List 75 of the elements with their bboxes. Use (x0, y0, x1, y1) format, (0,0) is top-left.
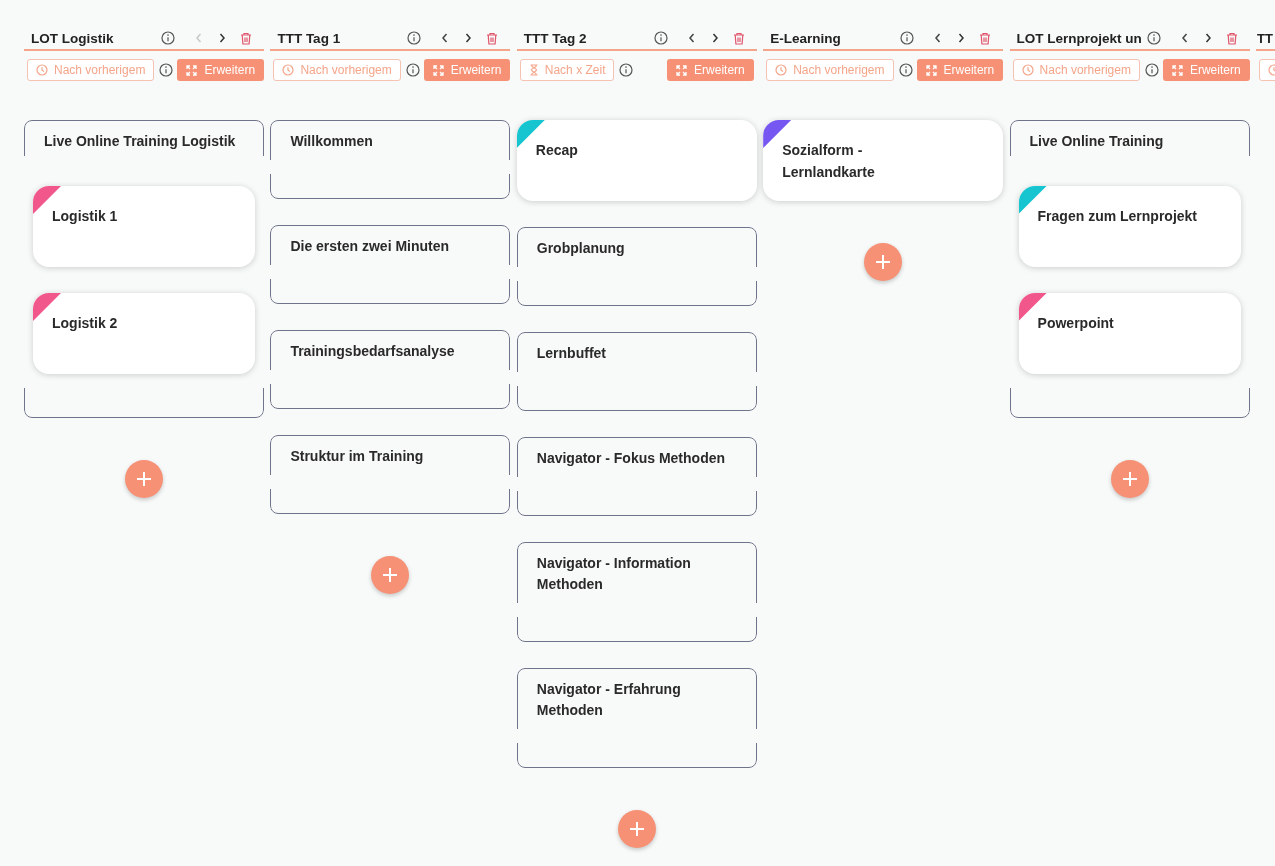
chevron-left-icon[interactable] (1179, 32, 1190, 44)
section-frame[interactable]: Live Online Training Fragen zum Lernprojekt Powerpoint (1009, 120, 1250, 418)
expand-icon (186, 64, 198, 76)
module-title: Trainingsbedarfsanalyse (289, 342, 456, 361)
clock-icon (775, 64, 788, 76)
column-title: TTT Tag 2 (523, 30, 588, 46)
hourglass-icon (528, 64, 539, 76)
chevron-right-icon[interactable] (463, 32, 474, 44)
info-icon[interactable] (653, 31, 668, 45)
module-card[interactable]: Sozialform - Lernlandkarte (763, 120, 1004, 201)
column-title: LOT Logistik (31, 30, 115, 46)
module-title: Grobplanung (535, 239, 626, 258)
info-icon[interactable] (405, 63, 420, 77)
module-card[interactable]: Logistik 2 (33, 293, 255, 374)
clock-icon (36, 64, 48, 76)
module-title: Navigator - Erfahrung Methoden (535, 680, 682, 720)
info-icon[interactable] (159, 63, 174, 77)
module-frame[interactable]: Die ersten zwei Minuten (270, 225, 511, 304)
expand-icon (1171, 64, 1183, 76)
card-title: Powerpoint (1037, 314, 1115, 333)
expand-icon (925, 64, 937, 76)
info-icon[interactable] (898, 63, 913, 77)
module-title: Willkommen (289, 132, 374, 151)
module-card[interactable]: Logistik 1 (33, 186, 255, 267)
card-title: Sozialform - Lernlandkarte (782, 141, 876, 182)
trash-icon[interactable] (732, 31, 745, 45)
module-frame[interactable]: Lernbuffet (516, 332, 757, 411)
plus-icon (1121, 471, 1138, 487)
column-title: TTT Tag 1 (277, 30, 342, 46)
card-title: Fragen zum Lernprojekt (1037, 207, 1198, 226)
trash-icon[interactable] (979, 31, 992, 45)
info-icon[interactable] (407, 31, 422, 45)
trash-icon[interactable] (240, 31, 252, 45)
chevron-right-icon[interactable] (217, 32, 227, 44)
module-frame[interactable]: Grobplanung (516, 227, 757, 306)
card-title: Logistik 1 (52, 207, 119, 226)
module-title: Struktur im Training (289, 447, 425, 466)
info-icon[interactable] (900, 31, 915, 45)
expand-icon (676, 64, 688, 76)
plus-icon (136, 471, 152, 487)
section-title: Live Online Training Logistik (43, 132, 237, 151)
module-frame[interactable]: Navigator - Information Methoden (516, 542, 757, 642)
info-icon[interactable] (161, 31, 175, 45)
module-card[interactable]: Recap (516, 120, 757, 201)
trash-icon[interactable] (1225, 31, 1238, 45)
clock-icon (282, 64, 295, 76)
card-title: Recap (535, 141, 579, 160)
plus-icon (875, 254, 892, 270)
info-icon[interactable] (1144, 63, 1159, 77)
module-title: Lernbuffet (535, 344, 607, 363)
column-title: E-Learning (770, 30, 842, 46)
plus-icon (382, 567, 399, 583)
module-title: Die ersten zwei Minuten (289, 237, 451, 256)
section-title: Live Online Training (1028, 132, 1165, 151)
module-frame[interactable]: Trainingsbedarfsanalyse (270, 330, 511, 409)
plus-icon (628, 821, 645, 837)
clock-icon (1021, 64, 1034, 76)
trash-icon[interactable] (486, 31, 499, 45)
module-frame[interactable]: Navigator - Fokus Methoden (516, 437, 757, 516)
expand-icon (432, 64, 444, 76)
module-card[interactable]: Fragen zum Lernprojekt (1018, 186, 1241, 267)
module-title: Navigator - Fokus Methoden (535, 449, 726, 468)
info-icon[interactable] (1146, 31, 1161, 45)
column-title: TT (1256, 30, 1274, 46)
column-title: LOT Lernprojekt un (1016, 30, 1143, 46)
card-title: Logistik 2 (52, 314, 119, 333)
module-frame[interactable]: Willkommen (270, 120, 511, 199)
chevron-right-icon[interactable] (956, 32, 967, 44)
module-frame[interactable]: Struktur im Training (270, 435, 511, 514)
module-frame[interactable]: Navigator - Erfahrung Methoden (516, 668, 757, 768)
section-frame[interactable]: Live Online Training Logistik Logistik 1 Logistik 2 (24, 120, 264, 418)
module-title: Navigator - Information Methoden (535, 554, 692, 594)
module-card[interactable]: Powerpoint (1018, 293, 1241, 374)
chevron-left-icon[interactable] (686, 32, 697, 44)
info-icon[interactable] (619, 63, 634, 77)
